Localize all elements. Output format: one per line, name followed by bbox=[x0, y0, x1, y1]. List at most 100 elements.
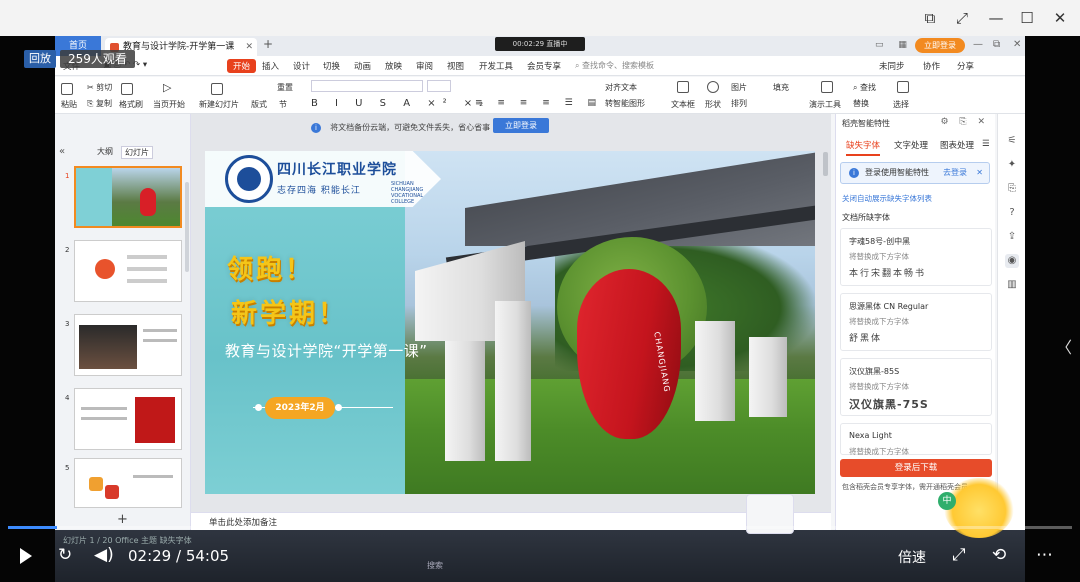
app-restore-icon[interactable]: ⧉ bbox=[993, 39, 1000, 50]
app-minimize-icon[interactable]: — bbox=[973, 39, 983, 50]
paste-button[interactable]: 粘贴 bbox=[61, 99, 77, 110]
rotate-icon[interactable]: ⟲ bbox=[992, 545, 1006, 565]
font-name: Nexa Light bbox=[849, 431, 892, 440]
slide-1[interactable]: CHANGJIANG 四川长江职业学院 志存四海 积能长江 SICHUAN CH… bbox=[205, 151, 815, 494]
tab-outline[interactable]: 大纲 bbox=[97, 146, 113, 157]
paragraph-buttons[interactable]: ≡ ≡ ≡ ≡ ☰ ▤ bbox=[475, 98, 602, 108]
thumbnail-slide-5[interactable] bbox=[74, 458, 182, 508]
panel-menu-icon[interactable]: ☰ bbox=[982, 139, 990, 149]
go-login-link[interactable]: 去登录 bbox=[943, 163, 967, 183]
select-button[interactable]: 选择 bbox=[893, 99, 909, 110]
app-close-icon[interactable]: ✕ bbox=[1013, 39, 1021, 50]
collab-button[interactable]: 协作 bbox=[923, 60, 940, 72]
tab-text-processing[interactable]: 文字处理 bbox=[894, 139, 928, 151]
fill-button[interactable]: 填充 bbox=[773, 82, 789, 93]
tab-missing-fonts[interactable]: 缺失字体 bbox=[846, 139, 881, 156]
maximize-icon[interactable]: ☐ bbox=[1015, 6, 1039, 30]
new-slide-button[interactable]: 新建幻灯片 bbox=[199, 99, 239, 110]
picture-button[interactable]: 图片 bbox=[731, 82, 747, 93]
panel-tool-icons[interactable]: ⚙ ⎘ ✕ bbox=[940, 117, 989, 127]
chevron-left-icon[interactable]: 〈 bbox=[1056, 334, 1072, 358]
font-style-buttons[interactable]: B I U S A ×² ×₂ bbox=[311, 98, 490, 109]
format-painter-icon[interactable] bbox=[121, 83, 135, 95]
reset-button[interactable]: 重置 bbox=[277, 82, 293, 93]
menu-developer[interactable]: 开发工具 bbox=[479, 60, 513, 72]
text-box-button[interactable]: 文本框 bbox=[671, 99, 695, 110]
font-card[interactable]: Nexa Light 将替换成下方字体 bbox=[840, 423, 992, 456]
text-align-button[interactable]: 对齐文本 bbox=[605, 82, 637, 93]
menu-transition[interactable]: 切换 bbox=[323, 60, 340, 72]
smart-shape-button[interactable]: 转智能图形 bbox=[605, 98, 645, 109]
paste-icon[interactable] bbox=[61, 83, 75, 95]
auto-show-toggle-link[interactable]: 关闭自动展示缺失字体列表 bbox=[842, 193, 932, 204]
fullscreen-toggle-icon[interactable]: ⤢ bbox=[950, 6, 974, 30]
volume-icon[interactable]: ◀) bbox=[94, 545, 114, 565]
menu-review[interactable]: 审阅 bbox=[416, 60, 433, 72]
text-box-icon[interactable] bbox=[677, 81, 691, 93]
font-card[interactable]: 思源黑体 CN Regular 将替换成下方字体 舒黑体 bbox=[840, 293, 992, 351]
thumbnail-scrollbar[interactable] bbox=[185, 182, 189, 272]
command-search[interactable]: ⌕ 查找命令、搜索模板 bbox=[575, 60, 654, 71]
dismiss-icon[interactable]: ✕ bbox=[976, 163, 983, 183]
copy-button[interactable]: ⎘ 复制 bbox=[87, 98, 112, 109]
export-icon[interactable]: ⇪ bbox=[1005, 230, 1019, 244]
from-current-button[interactable]: 当页开始 bbox=[153, 99, 185, 110]
speed-button[interactable]: 倍速 bbox=[898, 547, 926, 567]
app-login-button[interactable]: 立即登录 bbox=[915, 38, 965, 53]
menu-slideshow[interactable]: 放映 bbox=[385, 60, 402, 72]
canvas-scrollbar[interactable] bbox=[823, 152, 828, 176]
progress-track[interactable] bbox=[8, 526, 1072, 529]
minimize-icon[interactable]: — bbox=[984, 6, 1008, 30]
font-family-select[interactable] bbox=[311, 80, 423, 92]
font-size-select[interactable] bbox=[427, 80, 451, 92]
book-icon[interactable]: ▥ bbox=[1005, 278, 1019, 292]
format-painter-button[interactable]: 格式刷 bbox=[119, 99, 143, 110]
settings-sliders-icon[interactable]: ⚟ bbox=[1005, 134, 1019, 148]
new-slide-icon[interactable] bbox=[211, 83, 225, 95]
location-icon[interactable]: ◉ bbox=[1005, 254, 1019, 268]
thumbnail-slide-2[interactable] bbox=[74, 240, 182, 302]
menu-insert[interactable]: 插入 bbox=[262, 60, 279, 72]
pin-icon[interactable]: ✦ bbox=[1005, 158, 1019, 172]
replay-icon[interactable]: ↻ bbox=[58, 545, 72, 565]
section-button[interactable]: 节 bbox=[279, 99, 287, 110]
layout-icons[interactable]: ▭ ▦ bbox=[875, 40, 913, 50]
menu-design[interactable]: 设计 bbox=[293, 60, 310, 72]
menu-member[interactable]: 会员专享 bbox=[527, 60, 561, 72]
cut-button[interactable]: ✂ 剪切 bbox=[87, 82, 112, 93]
find-button[interactable]: ⌕ 查找 bbox=[853, 82, 876, 93]
help-icon[interactable]: ? bbox=[1005, 206, 1019, 220]
menu-view[interactable]: 视图 bbox=[447, 60, 464, 72]
tab-chart-processing[interactable]: 图表处理 bbox=[940, 139, 974, 151]
replace-button[interactable]: 替换 bbox=[853, 98, 869, 109]
notice-login-button[interactable]: 立即登录 bbox=[493, 118, 549, 133]
menu-animation[interactable]: 动画 bbox=[354, 60, 371, 72]
present-tools-button[interactable]: 演示工具 bbox=[809, 99, 841, 110]
play-icon[interactable] bbox=[20, 548, 32, 564]
new-tab-icon[interactable]: + bbox=[263, 37, 273, 51]
layout-button[interactable]: 版式 bbox=[251, 99, 267, 110]
thumbnail-slide-3[interactable] bbox=[74, 314, 182, 376]
play-from-current-icon[interactable]: ▷ bbox=[163, 81, 171, 94]
fullscreen-icon[interactable]: ⤢ bbox=[952, 545, 966, 565]
shape-icon[interactable] bbox=[707, 81, 721, 93]
sync-status[interactable]: 未同步 bbox=[879, 60, 905, 72]
menu-home[interactable]: 开始 bbox=[227, 59, 257, 73]
thumbnail-slide-4[interactable] bbox=[74, 388, 182, 450]
arrange-button[interactable]: 排列 bbox=[731, 98, 747, 109]
tab-slides[interactable]: 幻灯片 bbox=[121, 146, 153, 159]
add-slide-icon[interactable]: + bbox=[117, 512, 128, 527]
select-icon[interactable] bbox=[897, 81, 911, 93]
more-options-icon[interactable]: ⋯ bbox=[1036, 545, 1053, 565]
pip-icon[interactable]: ⧉ bbox=[918, 6, 942, 30]
share-button[interactable]: 分享 bbox=[957, 60, 974, 72]
close-tab-icon[interactable]: ✕ bbox=[245, 38, 253, 56]
font-card[interactable]: 汉仪旗黑-85S 将替换成下方字体 汉仪旗黑-75S bbox=[840, 358, 992, 416]
shape-button[interactable]: 形状 bbox=[705, 99, 721, 110]
font-card[interactable]: 字魂58号-创中黑 将替换成下方字体 本行宋翻本畅书 bbox=[840, 228, 992, 286]
copy-icon[interactable]: ⎘ bbox=[1005, 182, 1019, 196]
present-tools-icon[interactable] bbox=[821, 81, 835, 93]
close-icon[interactable]: ✕ bbox=[1048, 6, 1072, 30]
download-after-login-button[interactable]: 登录后下载 bbox=[840, 459, 992, 477]
thumbnail-slide-1[interactable] bbox=[74, 166, 182, 228]
